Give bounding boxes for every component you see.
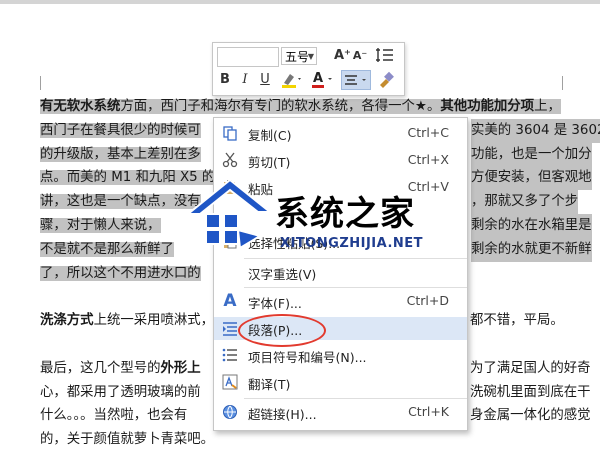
menu-item-cut[interactable]: 剪切(T) Ctrl+X — [214, 149, 467, 172]
text-run: 什么。。。当然啦，也会有 — [40, 408, 188, 424]
shrink-font-button[interactable]: A⁻ — [352, 47, 368, 65]
underline-button[interactable]: U — [257, 71, 273, 89]
menu-item-translate[interactable]: 翻译(T) — [214, 371, 467, 394]
text-run: 的升级版，基本上差别在多 — [40, 146, 201, 162]
menu-item-label: 项目符号和编号(N)... — [248, 350, 367, 365]
menu-item-shortcut: Ctrl+X — [407, 152, 449, 167]
menu-item-shortcut: Ctrl+C — [407, 125, 449, 140]
font-size-combo[interactable]: 五号 ▼ — [281, 47, 317, 65]
text-run: 不是就不是那么新鲜了 — [40, 241, 174, 257]
bullets-icon — [221, 347, 239, 364]
text-run: 上， — [534, 99, 561, 114]
menu-item-label: 翻译(T) — [248, 377, 291, 392]
menu-item-label: 剪切(T) — [248, 155, 291, 170]
logo-house-icon — [185, 178, 273, 250]
translate-icon — [221, 374, 239, 391]
menu-item-reselect-hanzi[interactable]: 汉字重选(V) — [214, 261, 467, 284]
text-run: 功能，也是一个加分 — [471, 142, 592, 167]
watermark-url: XITONGZHIJIA.NET — [280, 236, 424, 251]
menu-item-label: 复制(C) — [248, 128, 292, 143]
text-run: 上统一采用喷淋式， — [93, 313, 215, 329]
text-run: 心，都采用了透明玻璃的前 — [40, 384, 201, 400]
text-bold: 其他功能加分项 — [440, 99, 535, 114]
text-bold: 外形上 — [160, 360, 201, 376]
text-run: 骤，对于懒人来说， — [40, 217, 161, 233]
highlight-color-icon[interactable] — [279, 71, 305, 95]
watermark-text: 系统之家 — [275, 194, 415, 234]
menu-separator — [244, 287, 467, 288]
text-run: 为了满足国人的好奇 — [470, 360, 591, 376]
annotation-circle — [238, 314, 326, 347]
line-spacing-icon[interactable] — [372, 47, 396, 69]
window-top-border — [0, 0, 600, 4]
menu-item-label: 汉字重选(V) — [248, 267, 317, 282]
font-icon: A — [223, 291, 237, 311]
text-run: 西门子在餐具很少的时候可 — [40, 122, 201, 138]
margin-marker-left — [40, 76, 41, 90]
text-run: 讲，这也是一个缺点，没有 — [40, 194, 201, 210]
menu-item-bullets-numbering[interactable]: 项目符号和编号(N)... — [214, 344, 467, 367]
watermark-logo: 系统之家 XITONGZHIJIA.NET — [180, 172, 465, 262]
menu-item-shortcut: Ctrl+K — [408, 404, 449, 419]
text-run: ，那就又多了个步 — [471, 190, 579, 214]
menu-item-hyperlink[interactable]: 超链接(H)... Ctrl+K — [214, 401, 467, 424]
text-run: 最后，这几个型号的 — [40, 360, 161, 376]
text-run: 洗碗机里面到底在干 — [470, 384, 591, 400]
menu-item-shortcut: Ctrl+D — [406, 293, 449, 308]
margin-marker-right — [562, 76, 563, 90]
text-run: 方便安装，但客观地 — [471, 166, 592, 191]
font-name-combo[interactable] — [217, 47, 279, 67]
copy-icon — [221, 125, 239, 142]
bold-button[interactable]: B — [217, 71, 233, 89]
align-button[interactable] — [341, 70, 371, 90]
text-run: 实美的 3604 是 3602 — [471, 118, 600, 143]
text-run: 剩余的水在水箱里是 — [471, 213, 592, 238]
mini-toolbar: 五号 ▼ A⁺ A⁻ B I U A — [212, 42, 405, 96]
text-bold: 有无软水系统 — [40, 99, 121, 114]
format-painter-icon[interactable] — [375, 71, 397, 95]
text-run: 身金属一体化的感觉 — [470, 408, 591, 424]
italic-button[interactable]: I — [237, 71, 253, 89]
menu-item-font[interactable]: A 字体(F)... Ctrl+D — [214, 290, 467, 313]
text-run: 的，关于颜值就萝卜青菜吧。 — [40, 432, 215, 448]
grow-font-button[interactable]: A⁺ — [334, 47, 351, 65]
hyperlink-icon — [221, 404, 239, 421]
menu-separator — [244, 398, 467, 399]
paragraph-icon — [221, 320, 239, 337]
text-run: 方面，西门子和海尔有专门的软水系统，各得一个★。 — [120, 99, 441, 114]
text-run: 剩余的水就更不新鲜 — [471, 237, 592, 262]
context-menu: 复制(C) Ctrl+C 剪切(T) Ctrl+X 粘贴 Ctrl+V 选择性粘… — [213, 117, 468, 431]
text-run: 都不错，平局。 — [470, 313, 564, 329]
cut-icon — [221, 152, 239, 169]
menu-item-copy[interactable]: 复制(C) Ctrl+C — [214, 122, 467, 145]
font-size-value: 五号 — [285, 50, 310, 64]
chevron-down-icon: ▼ — [307, 52, 314, 61]
menu-item-label: 超链接(H)... — [248, 407, 317, 422]
text-run: 了，所以这个不用进水口的 — [40, 265, 201, 281]
menu-item-label: 字体(F)... — [248, 296, 302, 311]
text-bold: 洗涤方式 — [40, 313, 94, 329]
